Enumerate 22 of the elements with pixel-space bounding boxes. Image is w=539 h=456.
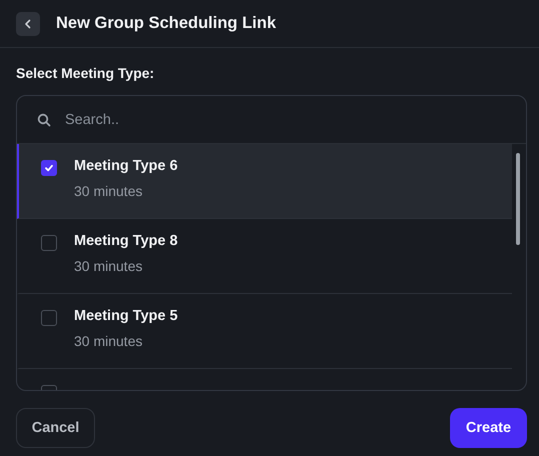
checkbox[interactable] <box>41 235 57 251</box>
meeting-type-item[interactable]: Meeting Type 6 30 minutes <box>17 144 512 219</box>
checkbox[interactable] <box>41 310 57 326</box>
meeting-duration: 30 minutes <box>74 333 144 349</box>
meeting-duration: 30 minutes <box>74 183 144 199</box>
section-label: Select Meeting Type: <box>16 65 156 81</box>
meeting-type-name: Meeting Type 6 <box>74 158 178 174</box>
create-button[interactable]: Create <box>450 408 527 448</box>
meeting-type-item[interactable]: Meeting Type 8 30 minutes <box>17 219 512 294</box>
checkmark-icon <box>44 163 54 173</box>
dialog-title: New Group Scheduling Link <box>56 14 276 33</box>
checkbox[interactable] <box>41 160 57 176</box>
chevron-left-icon <box>23 18 33 28</box>
cancel-button[interactable]: Cancel <box>16 408 95 448</box>
meeting-type-name: Meeting Type 8 <box>74 233 178 249</box>
scrollbar-thumb[interactable] <box>516 153 520 245</box>
back-button[interactable] <box>16 12 40 36</box>
meeting-duration: 30 minutes <box>74 258 144 274</box>
meeting-type-name: Meeting Type 5 <box>74 308 178 324</box>
meeting-type-item[interactable]: Meeting Type 5 30 minutes <box>17 294 512 369</box>
search-icon <box>37 112 51 126</box>
search-field[interactable]: Search.. <box>63 110 367 128</box>
